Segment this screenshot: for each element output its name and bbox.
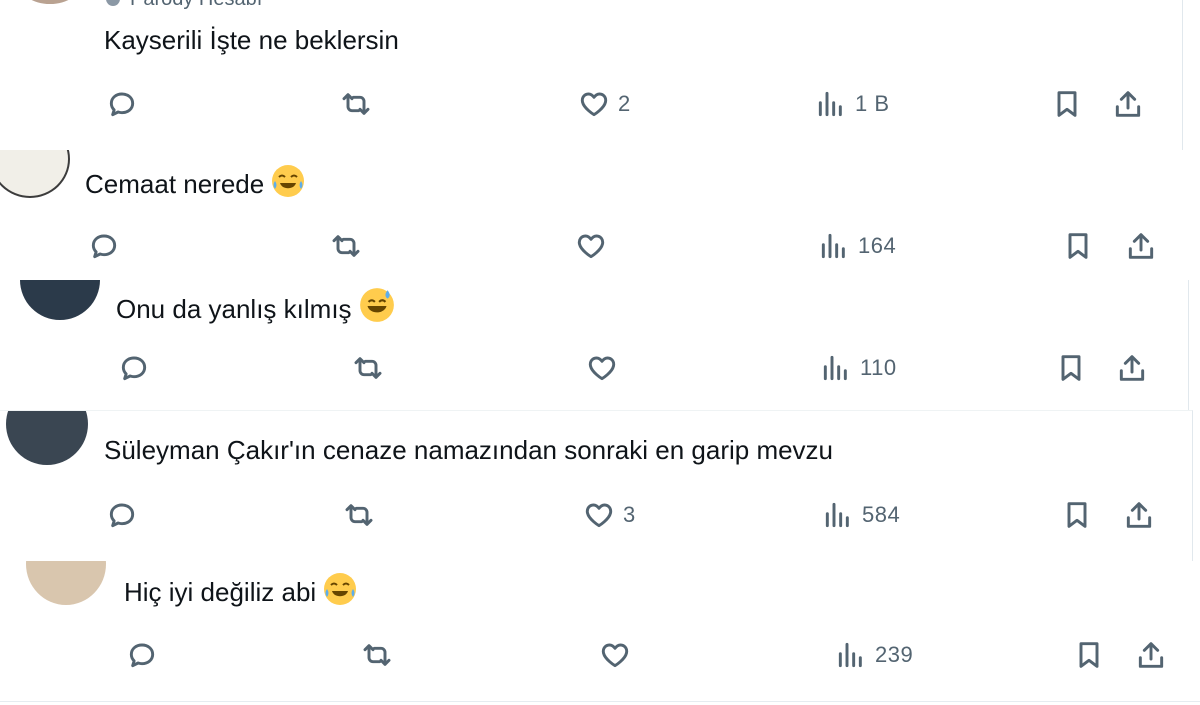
- retweet-icon: [345, 504, 373, 526]
- bookmark-button[interactable]: [1073, 639, 1105, 671]
- share-icon: [1115, 91, 1141, 117]
- like-button[interactable]: [599, 639, 639, 671]
- like-icon: [577, 234, 605, 259]
- reply-icon: [129, 643, 155, 668]
- joy-emoji: [272, 165, 305, 197]
- like-button[interactable]: 3: [583, 499, 636, 531]
- share-button[interactable]: [1123, 499, 1155, 531]
- avatar[interactable]: [0, 150, 70, 198]
- bookmark-icon: [1067, 502, 1087, 528]
- reply-card-3[interactable]: Onu da yanlış kılmış 110: [0, 280, 1189, 410]
- views-count: 164: [858, 233, 897, 258]
- share-icon: [1138, 642, 1164, 668]
- reply-button[interactable]: [88, 230, 120, 262]
- avatar[interactable]: [20, 280, 100, 320]
- reply-text: Süleyman Çakır'ın cenaze namazından sonr…: [104, 435, 834, 465]
- views-count: 110: [860, 355, 897, 380]
- user-handle[interactable]: Parody Hesabı: [106, 0, 262, 11]
- like-count: 3: [623, 502, 636, 527]
- retweet-icon: [332, 235, 360, 257]
- retweet-button[interactable]: [352, 352, 384, 384]
- reply-icon: [109, 92, 135, 117]
- views-icon: [838, 642, 862, 668]
- share-icon: [1119, 355, 1145, 381]
- retweet-button[interactable]: [340, 88, 372, 120]
- like-icon: [601, 643, 629, 668]
- views-button[interactable]: 164: [818, 230, 896, 262]
- views-count: 1 B: [855, 91, 890, 116]
- like-button[interactable]: 2: [578, 88, 631, 120]
- views-button[interactable]: 1 B: [815, 88, 890, 120]
- reply-button[interactable]: [126, 639, 158, 671]
- like-button[interactable]: [575, 230, 615, 262]
- bookmark-button[interactable]: [1055, 352, 1087, 384]
- views-button[interactable]: 110: [820, 352, 897, 384]
- views-button[interactable]: 239: [835, 639, 913, 671]
- like-icon: [588, 356, 616, 381]
- views-icon: [825, 502, 849, 528]
- views-icon: [821, 233, 845, 259]
- like-icon: [580, 92, 608, 117]
- reply-text: Kayserili İşte ne beklersin: [104, 25, 399, 55]
- reply-button[interactable]: [106, 88, 138, 120]
- reply-text: Onu da yanlış kılmış: [116, 286, 396, 326]
- reply-text: Hiç iyi değiliz abi: [124, 571, 358, 609]
- reply-thread: Parody Hesabı Kayserili İşte ne beklersi…: [0, 0, 1200, 705]
- reply-button[interactable]: [106, 499, 138, 531]
- retweet-button[interactable]: [343, 499, 375, 531]
- like-icon: [585, 503, 613, 528]
- bookmark-button[interactable]: [1061, 499, 1093, 531]
- views-icon: [818, 91, 842, 117]
- sweat-smile-emoji: [359, 288, 394, 322]
- reply-card-2[interactable]: Cemaat nerede 164: [0, 150, 1200, 280]
- bookmark-icon: [1079, 642, 1099, 668]
- share-icon: [1126, 502, 1152, 528]
- retweet-button[interactable]: [361, 639, 393, 671]
- bookmark-button[interactable]: [1051, 88, 1083, 120]
- avatar[interactable]: [18, 0, 82, 4]
- reply-icon: [91, 234, 117, 259]
- avatar[interactable]: [6, 411, 88, 465]
- share-button[interactable]: [1116, 352, 1148, 384]
- like-count: 2: [618, 91, 631, 116]
- views-count: 239: [875, 642, 914, 667]
- reply-card-1[interactable]: Parody Hesabı Kayserili İşte ne beklersi…: [0, 0, 1183, 151]
- reply-icon: [109, 503, 135, 528]
- reply-card-5[interactable]: Hiç iyi değiliz abi 239: [0, 561, 1200, 702]
- avatar[interactable]: [26, 561, 106, 605]
- retweet-icon: [342, 93, 370, 115]
- retweet-button[interactable]: [330, 230, 362, 262]
- globe-icon: [106, 0, 120, 6]
- views-count: 584: [862, 502, 901, 527]
- bookmark-icon: [1068, 233, 1088, 259]
- bookmark-button[interactable]: [1062, 230, 1094, 262]
- like-button[interactable]: [586, 352, 626, 384]
- views-button[interactable]: 584: [822, 499, 900, 531]
- bookmark-icon: [1057, 91, 1077, 117]
- share-button[interactable]: [1125, 230, 1157, 262]
- reply-card-4[interactable]: Süleyman Çakır'ın cenaze namazından sonr…: [0, 410, 1193, 562]
- retweet-icon: [354, 357, 382, 379]
- reply-icon: [121, 356, 147, 381]
- reply-text: Cemaat nerede: [85, 163, 306, 201]
- joy-emoji: [324, 573, 357, 605]
- bookmark-icon: [1061, 355, 1081, 381]
- retweet-icon: [363, 644, 391, 666]
- share-button[interactable]: [1112, 88, 1144, 120]
- views-icon: [823, 355, 847, 381]
- share-icon: [1128, 233, 1154, 259]
- share-button[interactable]: [1135, 639, 1167, 671]
- reply-button[interactable]: [118, 352, 150, 384]
